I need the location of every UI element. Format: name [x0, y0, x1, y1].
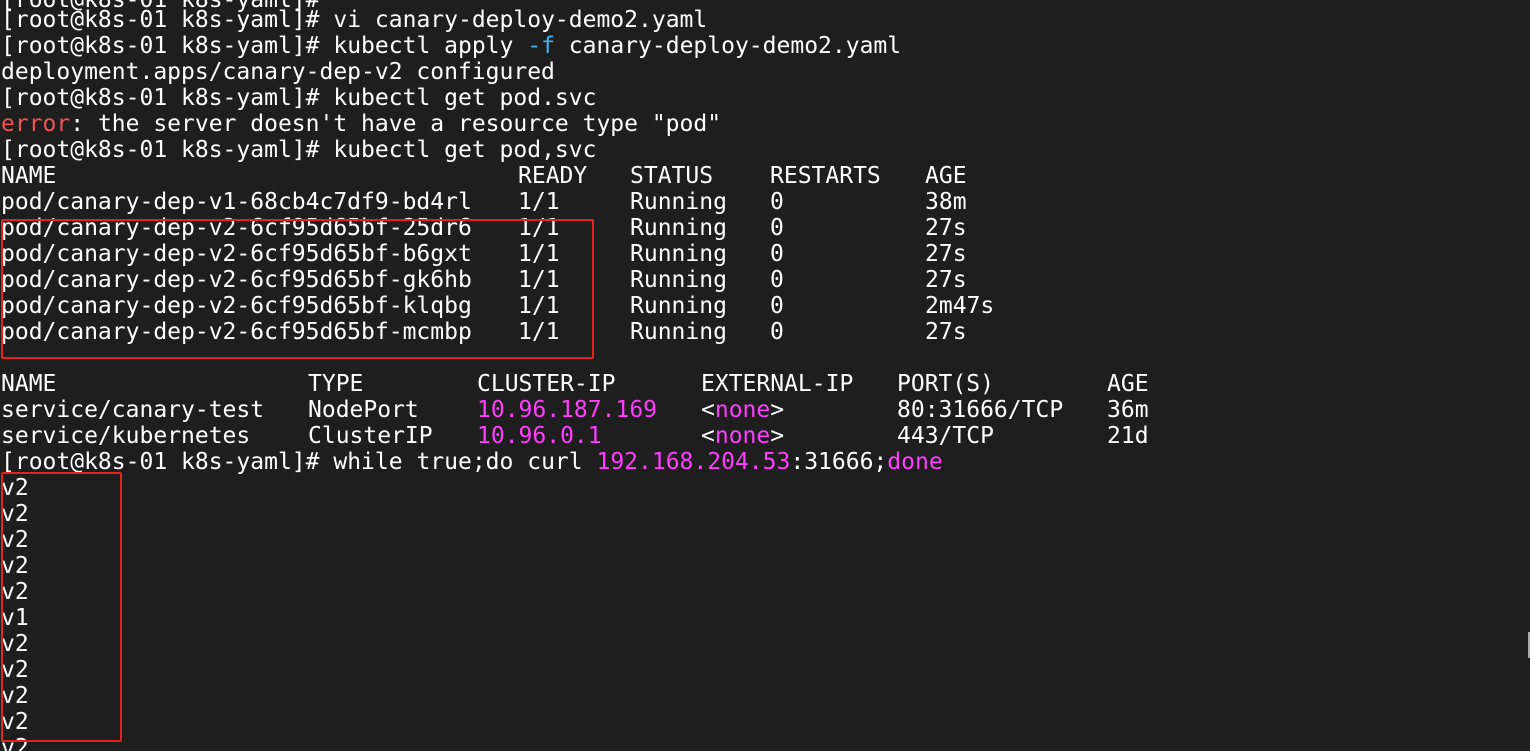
curl-port: :31666;	[790, 449, 888, 475]
svc-header-col-type: TYPE	[308, 371, 364, 397]
pod-header-col-age: AGE	[925, 163, 967, 189]
command-arg: canary-deploy-demo2.yaml	[568, 33, 902, 59]
pod-row-col-ready: 1/1	[518, 189, 560, 215]
pod-row-col-status: Running	[630, 267, 727, 293]
svc-row-col-external-ip: <none>	[701, 397, 785, 423]
pod-header-col-status: STATUS	[630, 163, 714, 189]
pod-row-col-restarts: 0	[770, 319, 784, 345]
pod-row-col-status: Running	[630, 293, 727, 319]
svc-row-col-age: 36m	[1107, 397, 1149, 423]
error-message: : the server doesn't have a resource typ…	[70, 111, 722, 137]
pod-row-col-age: 27s	[925, 241, 967, 267]
pod-row-col-age: 27s	[925, 319, 967, 345]
svc-header-col-external-ip: EXTERNAL-IP	[701, 371, 854, 397]
svc-row-col-ports: 443/TCP	[897, 423, 994, 449]
svc-row-col-name: service/canary-test	[1, 397, 265, 423]
pod-row-col-age: 2m47s	[925, 293, 995, 319]
svc-row-col-cluster-ip: 10.96.0.1	[477, 423, 602, 449]
svc-header-col-name: NAME	[1, 371, 57, 397]
pod-row-col-restarts: 0	[770, 293, 784, 319]
pod-row-col-age: 27s	[925, 267, 967, 293]
responses-highlight-box	[1, 472, 122, 742]
command-text: kubectl get pod,svc	[333, 137, 597, 163]
pod-row-col-status: Running	[630, 319, 727, 345]
error-line: error: the server doesn't have a resourc…	[1, 111, 721, 137]
svc-row-col-type: ClusterIP	[308, 423, 433, 449]
command-line-get-bad: [root@k8s-01 k8s-yaml]# kubectl get pod.…	[1, 85, 596, 111]
pod-row-col-restarts: 0	[770, 267, 784, 293]
command-text: vi canary-deploy-demo2.yaml	[333, 7, 708, 33]
prompt: [root@k8s-01 k8s-yaml]#	[1, 85, 320, 111]
prompt: [root@k8s-01 k8s-yaml]#	[1, 33, 320, 59]
svc-row-col-name: service/kubernetes	[1, 423, 251, 449]
svc-row-col-age: 21d	[1107, 423, 1149, 449]
svc-row-col-type: NodePort	[308, 397, 419, 423]
prompt: [root@k8s-01 k8s-yaml]#	[1, 137, 320, 163]
svc-row-col-cluster-ip: 10.96.187.169	[477, 397, 658, 423]
command-line-apply: [root@k8s-01 k8s-yaml]# kubectl apply -f…	[1, 33, 901, 59]
svc-header-col-ports: PORT(S)	[897, 371, 994, 397]
pod-row-col-age: 27s	[925, 215, 967, 241]
pod-row-col-restarts: 0	[770, 215, 784, 241]
pod-header-col-restarts: RESTARTS	[770, 163, 881, 189]
svc-row-col-external-ip: <none>	[701, 423, 785, 449]
pod-row-col-age: 38m	[925, 189, 967, 215]
pod-header-col-name: NAME	[1, 163, 57, 189]
command-text: kubectl get pod.svc	[333, 85, 597, 111]
done-keyword: done	[887, 449, 943, 475]
svc-header-col-age: AGE	[1107, 371, 1149, 397]
pod-row-col-name: pod/canary-dep-v1-68cb4c7df9-bd4rl	[1, 189, 472, 215]
error-label: error	[1, 111, 71, 137]
command-line-get: [root@k8s-01 k8s-yaml]# kubectl get pod,…	[1, 137, 596, 163]
pod-row-col-restarts: 0	[770, 241, 784, 267]
command-text: kubectl apply	[333, 33, 514, 59]
prompt: [root@k8s-01 k8s-yaml]#	[1, 7, 320, 33]
pod-row-col-restarts: 0	[770, 189, 784, 215]
svc-header-col-cluster-ip: CLUSTER-IP	[477, 371, 616, 397]
command-flag: -f	[527, 33, 555, 59]
pod-header-col-ready: READY	[518, 163, 588, 189]
apply-output-line: deployment.apps/canary-dep-v2 configured	[1, 59, 555, 85]
pod-row-col-status: Running	[630, 215, 727, 241]
pods-v2-highlight-box	[1, 219, 594, 359]
pod-row-col-status: Running	[630, 189, 727, 215]
command-line-curl-loop: [root@k8s-01 k8s-yaml]# while true;do cu…	[1, 449, 943, 475]
svc-row-col-ports: 80:31666/TCP	[897, 397, 1064, 423]
pod-row-col-status: Running	[630, 241, 727, 267]
command-line-vi: [root@k8s-01 k8s-yaml]# vi canary-deploy…	[1, 7, 707, 33]
command-text: while true;do curl	[333, 449, 583, 475]
terminal-window[interactable]: [root@k8s-01 k8s-yaml]# [root@k8s-01 k8s…	[0, 0, 1530, 751]
curl-ip: 192.168.204.53	[596, 449, 791, 475]
